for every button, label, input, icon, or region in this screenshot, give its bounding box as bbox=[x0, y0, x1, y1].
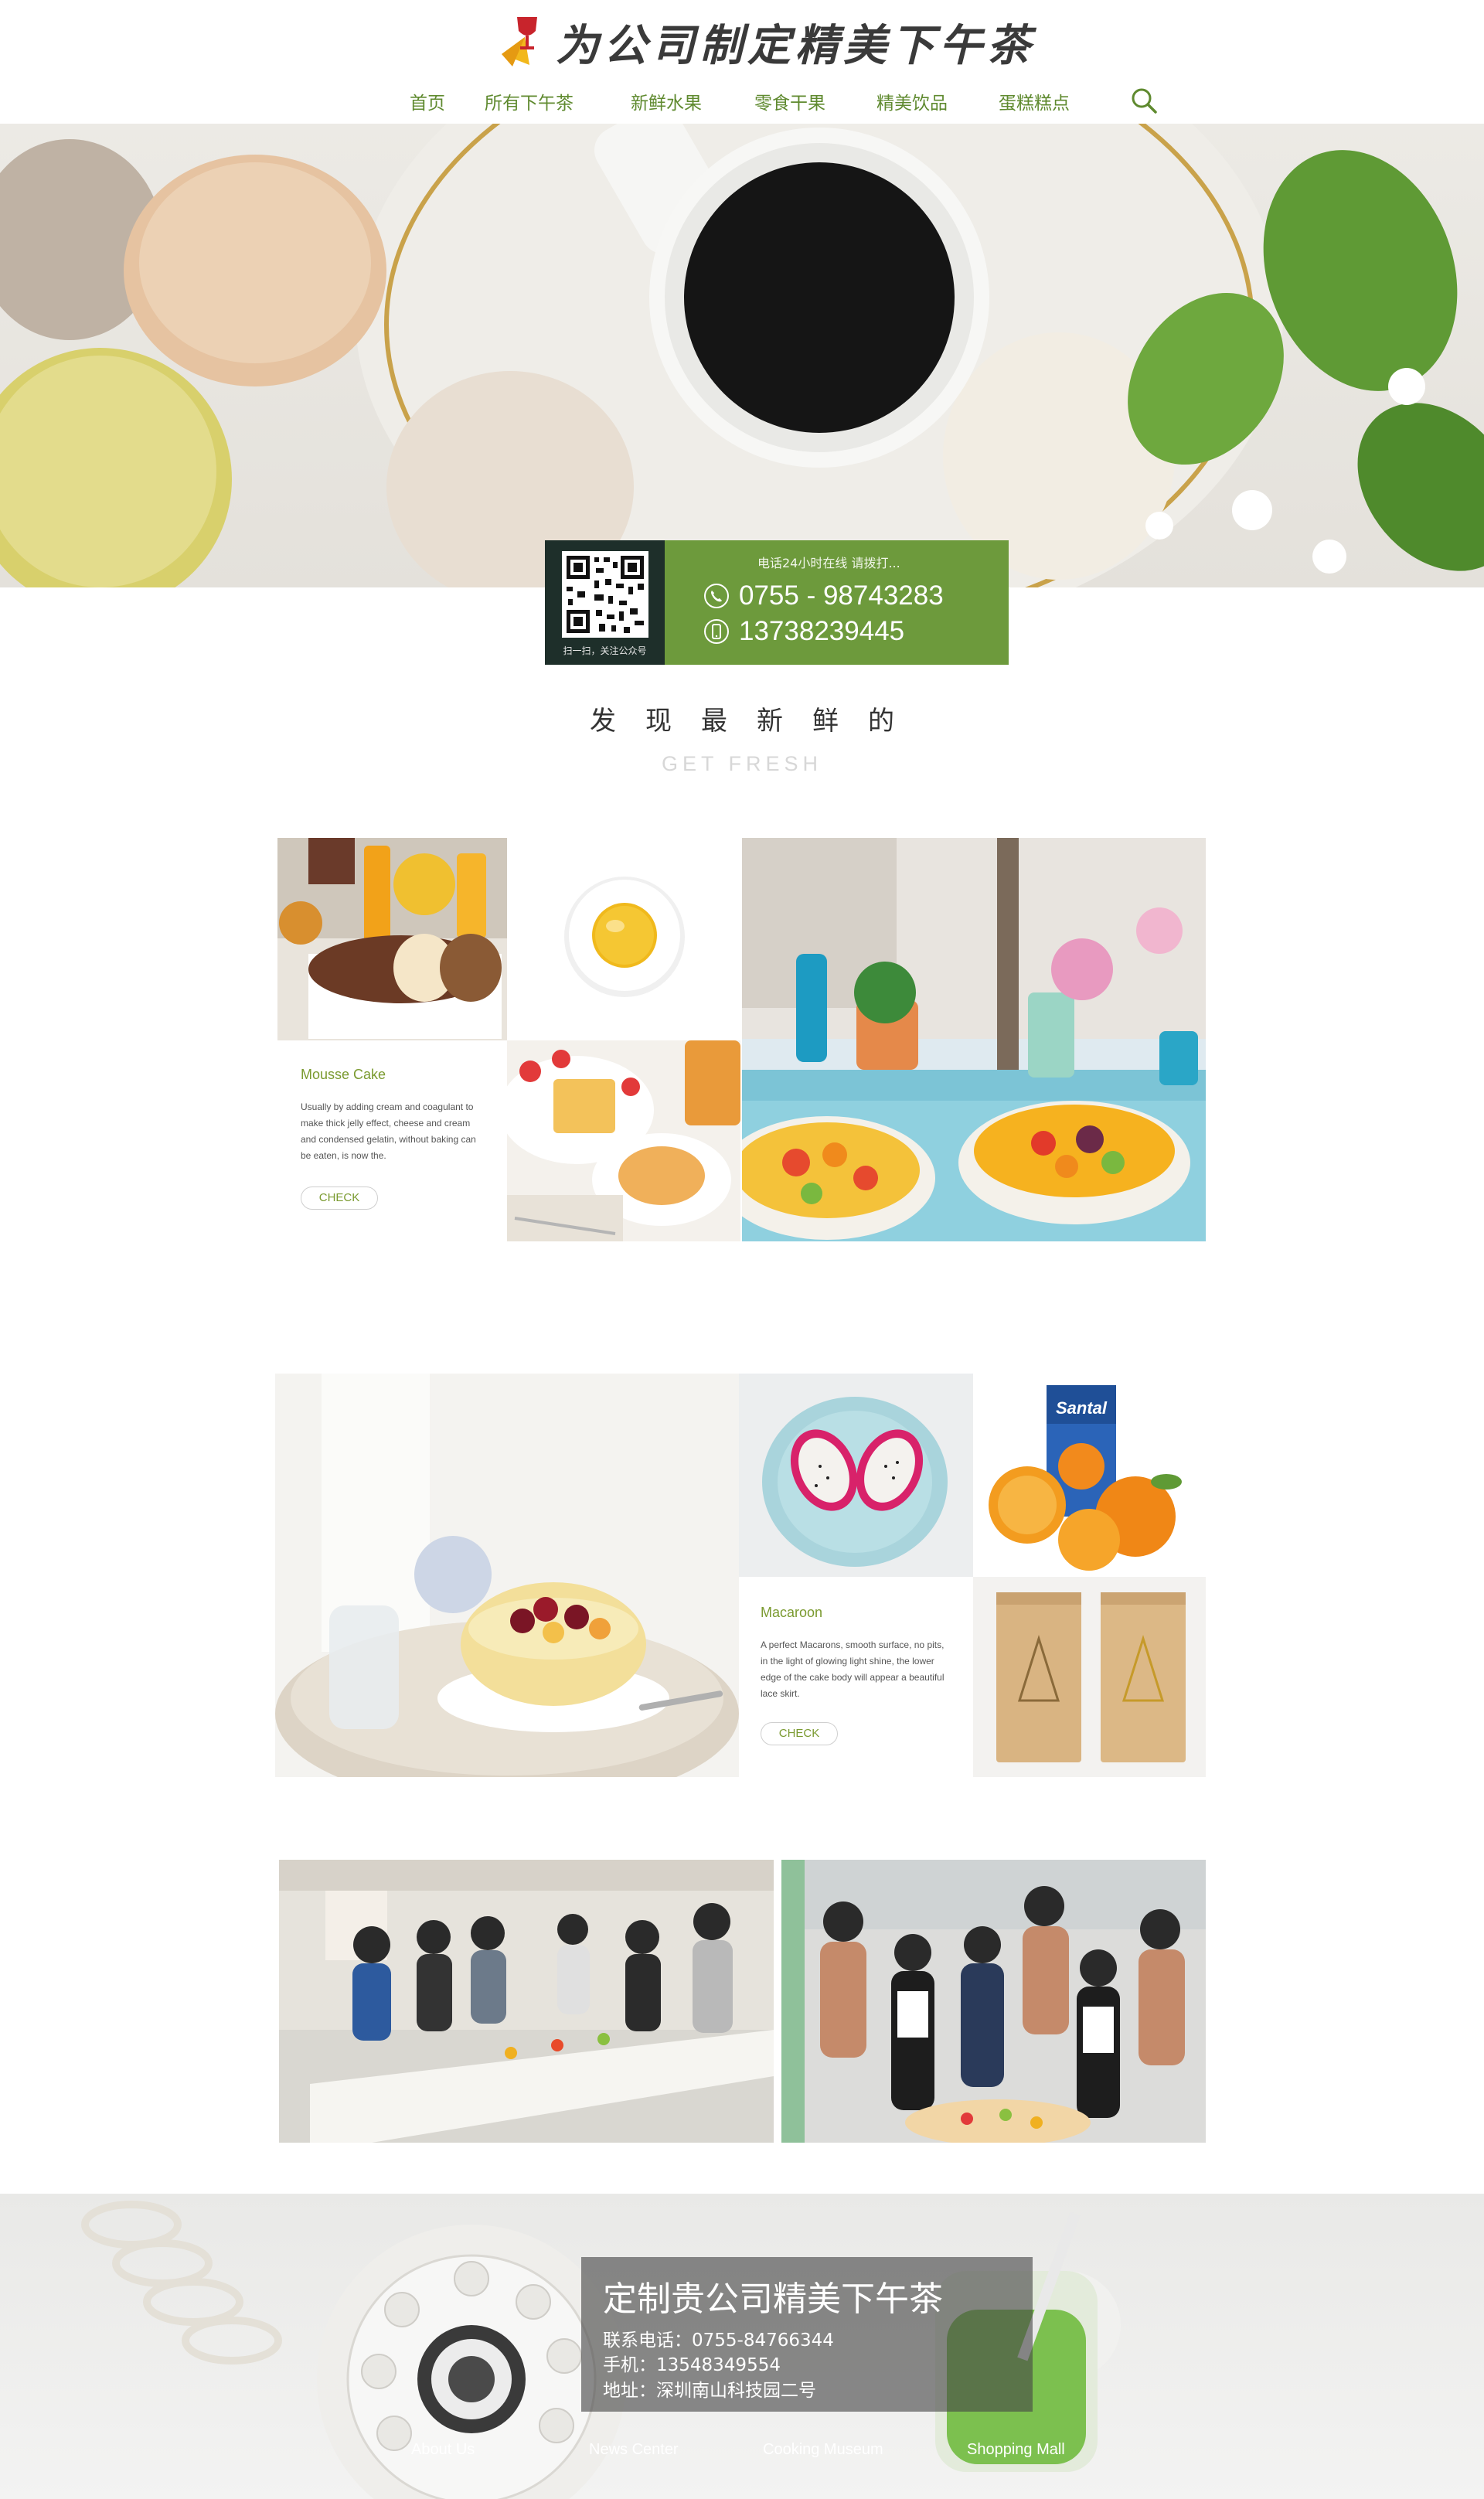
egg-yolk-graphic bbox=[507, 838, 740, 1040]
logo-tea-icon bbox=[499, 14, 545, 70]
search-icon[interactable] bbox=[1130, 87, 1158, 114]
phone-number-1: 0755 - 98743283 bbox=[739, 580, 944, 611]
phone-note: 电话24小时在线 请拨打... bbox=[757, 556, 900, 570]
site-header: 为公司制定精美下午茶 首页 所有下午茶 新鲜水果 零食干果 精美饮品 蛋糕糕点 bbox=[0, 0, 1484, 124]
fruit-buffet-photo[interactable] bbox=[742, 838, 1206, 1241]
card-description-line: A perfect Macarons, smooth surface, no p… bbox=[761, 1639, 945, 1650]
footer-link-cooking-museum[interactable]: Cooking Museum bbox=[763, 2441, 883, 2459]
office-buffet-photo[interactable] bbox=[279, 1860, 774, 2143]
card-description-line: be eaten, is now the. bbox=[301, 1150, 386, 1161]
nav-item-snacks[interactable]: 零食干果 bbox=[754, 88, 825, 114]
phone-number-2: 13738239445 bbox=[739, 616, 905, 646]
footer-phone: 联系电话：0755-84766344 bbox=[603, 2330, 834, 2351]
card-description-line: and condensed gelatin, without baking ca… bbox=[301, 1134, 476, 1145]
card-description-line: make thick jelly effect, cheese and crea… bbox=[301, 1118, 471, 1129]
nav-item-cakes[interactable]: 蛋糕糕点 bbox=[999, 88, 1070, 114]
juice-oranges-photo[interactable]: Santal bbox=[973, 1374, 1206, 1577]
footer-link-news-center[interactable]: News Center bbox=[589, 2441, 679, 2459]
card-description-line: Usually by adding cream and coagulant to bbox=[301, 1101, 474, 1112]
juice-brand-label: Santal bbox=[1056, 1398, 1108, 1418]
footer-link-shopping-mall[interactable]: Shopping Mall bbox=[967, 2441, 1065, 2459]
card-description: Usually by adding cream and coagulant to… bbox=[301, 1099, 476, 1164]
card-title: Mousse Cake bbox=[301, 1067, 386, 1082]
hero-banner-image bbox=[0, 124, 1484, 587]
card-description: A perfect Macarons, smooth surface, no p… bbox=[761, 1637, 945, 1702]
card-description-line: in the light of glowing light shine, the… bbox=[761, 1656, 934, 1667]
qr-caption: 扫一扫，关注公众号 bbox=[563, 645, 647, 656]
macaroon-card: Macaroon A perfect Macarons, smooth surf… bbox=[739, 1577, 973, 1777]
footer-mobile: 手机：13548349554 bbox=[603, 2355, 781, 2375]
breakfast-photo[interactable] bbox=[277, 838, 507, 1040]
dragon-fruit-photo[interactable] bbox=[739, 1374, 973, 1577]
check-button[interactable]: CHECK bbox=[301, 1187, 378, 1210]
card-description-line: lace skirt. bbox=[761, 1688, 800, 1699]
qr-code-panel: 扫一扫，关注公众号 bbox=[545, 540, 665, 665]
nav-item-all-tea[interactable]: 所有下午茶 bbox=[485, 88, 574, 114]
phone-icon bbox=[704, 584, 729, 608]
section-subtitle: GET FRESH bbox=[661, 752, 823, 775]
check-button[interactable]: CHECK bbox=[761, 1722, 838, 1745]
melon-fruit-bowl-photo[interactable] bbox=[275, 1374, 739, 1777]
nav-item-home[interactable]: 首页 bbox=[410, 88, 445, 114]
cake-tea-photo[interactable] bbox=[507, 1040, 740, 1241]
contact-box: 扫一扫，关注公众号 电话24小时在线 请拨打... 0755 - 9874328… bbox=[545, 540, 1009, 665]
site-logo[interactable]: 为公司制定精美下午茶 bbox=[499, 6, 1030, 77]
mousse-cake-card: Mousse Cake Usually by adding cream and … bbox=[277, 1040, 507, 1241]
mobile-phone-icon bbox=[704, 619, 729, 644]
card-title: Macaroon bbox=[761, 1605, 823, 1620]
phone-row-mobile[interactable]: 13738239445 bbox=[703, 616, 904, 647]
footer-title: 定制贵公司精美下午茶 bbox=[603, 2279, 943, 2319]
footer-link-about-us[interactable]: About Us bbox=[411, 2441, 475, 2459]
team-party-photo[interactable] bbox=[781, 1860, 1206, 2143]
phone-row-landline[interactable]: 0755 - 98743283 bbox=[703, 580, 944, 611]
footer-contact-panel: 定制贵公司精美下午茶 联系电话：0755-84766344 手机：1354834… bbox=[581, 2257, 1033, 2412]
main-nav: 首页 所有下午茶 新鲜水果 零食干果 精美饮品 蛋糕糕点 bbox=[386, 83, 1206, 117]
section-title: 发现最新鲜的 bbox=[590, 706, 924, 737]
phone-panel: 电话24小时在线 请拨打... 0755 - 98743283 13738239… bbox=[665, 540, 1009, 665]
nav-item-fruit[interactable]: 新鲜水果 bbox=[631, 88, 702, 114]
logo-title: 为公司制定精美下午茶 bbox=[556, 19, 1035, 71]
nav-item-drinks[interactable]: 精美饮品 bbox=[876, 88, 948, 114]
footer-address: 地址：深圳南山科技园二号 bbox=[603, 2381, 816, 2401]
qr-code-image[interactable] bbox=[545, 540, 665, 644]
paper-bags-photo[interactable] bbox=[973, 1577, 1206, 1777]
card-description-line: edge of the cake body will appear a beau… bbox=[761, 1672, 945, 1683]
